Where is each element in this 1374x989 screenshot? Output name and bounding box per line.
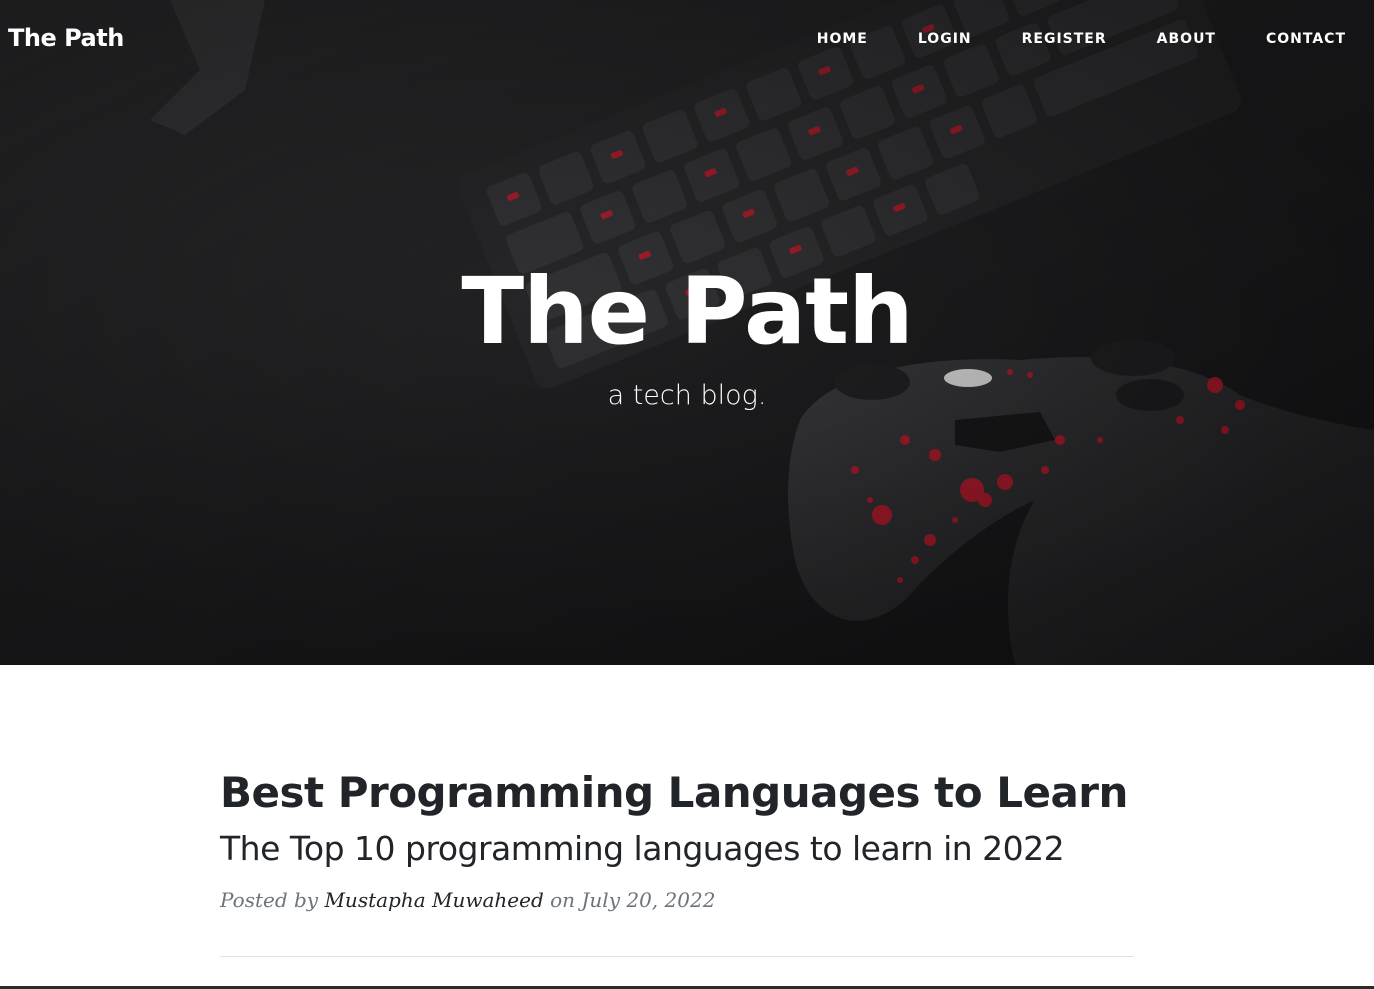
post-meta: Posted by Mustapha Muwaheed on July 20, … [220,888,1134,912]
post-divider [220,956,1134,957]
nav-item-login[interactable]: LOGIN [918,31,972,47]
nav-item-contact[interactable]: CONTACT [1266,31,1346,47]
nav-item-about[interactable]: ABOUT [1157,31,1216,47]
post-meta-prefix: Posted by [220,888,319,912]
post-meta-on: on [550,888,576,912]
page-header: The Path HOME LOGIN REGISTER ABOUT CONTA… [0,0,1374,665]
hero-title: The Path [461,258,913,365]
hero-subtitle: a tech blog. [607,380,767,411]
post-author-link[interactable]: Mustapha Muwaheed [324,888,543,912]
post-subtitle: The Top 10 programming languages to lear… [220,829,1065,868]
main-nav: HOME LOGIN REGISTER ABOUT CONTACT [767,31,1346,47]
brand-link[interactable]: The Path [8,24,124,52]
post-date: July 20, 2022 [581,888,716,912]
nav-item-home[interactable]: HOME [817,31,868,47]
post-title-link[interactable]: Best Programming Languages to Learn [220,766,1134,820]
post-preview: Best Programming Languages to Learn The … [220,766,1134,912]
nav-item-register[interactable]: REGISTER [1022,31,1107,47]
